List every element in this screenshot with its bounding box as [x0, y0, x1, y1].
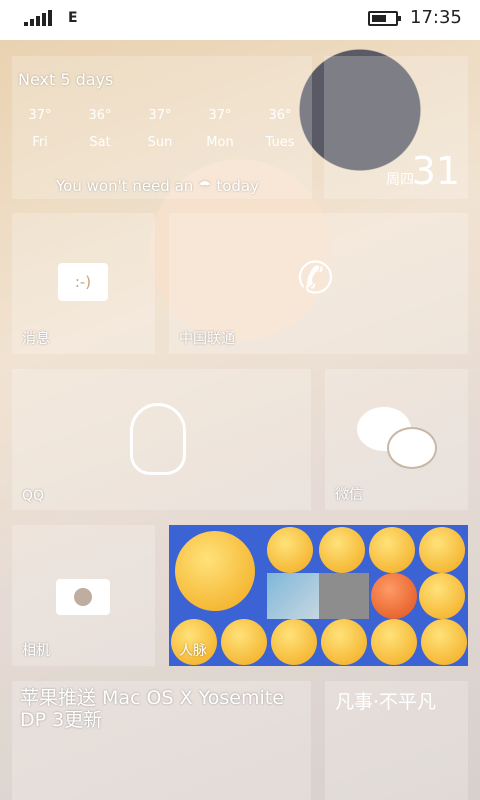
wechat-label: 微信 — [335, 487, 363, 503]
calendar-weekday: 周四 — [386, 172, 414, 188]
phone-icon: ✆ — [297, 253, 334, 304]
qq-label: QQ — [22, 488, 45, 504]
contact-avatar — [321, 619, 367, 665]
messages-label: 消息 — [22, 331, 50, 347]
wechat-icon-bubble — [387, 427, 437, 469]
news-tile[interactable]: 苹果推送 Mac OS X Yosemite DP 3更新 — [12, 681, 311, 800]
qq-tile[interactable]: QQ — [12, 369, 311, 510]
signal-strength-icon — [24, 10, 54, 26]
contact-avatar — [175, 531, 255, 611]
news-side-text: 凡事·不平凡 — [335, 691, 437, 713]
people-label: 人脉 — [179, 643, 207, 659]
contact-avatar — [319, 527, 365, 573]
news-headline: 苹果推送 Mac OS X Yosemite DP 3更新 — [20, 687, 284, 731]
contact-avatar — [369, 527, 415, 573]
weather-note: You won't need an ☂ today — [56, 177, 259, 195]
news-side-tile[interactable]: 凡事·不平凡 — [325, 681, 468, 800]
wechat-tile[interactable]: 微信 — [325, 369, 468, 510]
camera-label: 相机 — [22, 643, 50, 659]
contact-avatar — [371, 619, 417, 665]
contact-avatar — [419, 573, 465, 619]
contact-avatar — [221, 619, 267, 665]
calendar-tile[interactable]: 周四 31 — [324, 56, 468, 199]
qq-penguin-icon — [130, 403, 186, 475]
contact-avatar — [267, 527, 313, 573]
camera-icon — [56, 579, 110, 615]
phone-tile[interactable]: ✆ 中国联通 — [169, 213, 468, 354]
contact-photo — [319, 573, 369, 619]
umbrella-icon: ☂ — [198, 177, 212, 195]
people-tile[interactable]: 人脉 — [169, 525, 468, 666]
message-icon: :-) — [58, 263, 108, 301]
contact-avatar — [271, 619, 317, 665]
weather-tile[interactable]: Next 5 days 37° Fri 36° Sat 37° Sun 37° Mon … — [12, 56, 312, 199]
network-type: E — [68, 10, 78, 26]
weather-heading: Next 5 days — [18, 70, 114, 89]
messages-tile[interactable]: :-) 消息 — [12, 213, 155, 354]
contact-avatar — [421, 619, 467, 665]
calendar-day: 31 — [411, 149, 460, 193]
forecast-day: 37° Fri — [28, 108, 52, 150]
status-bar: E 17:35 — [0, 0, 480, 40]
forecast-day: 37° Mon — [206, 108, 234, 150]
clock: 17:35 — [410, 7, 462, 28]
contact-avatar — [371, 573, 417, 619]
phone-label: 中国联通 — [179, 331, 235, 347]
contact-photo — [267, 573, 319, 619]
forecast-day: 36° Sat — [88, 108, 112, 150]
camera-tile[interactable]: 相机 — [12, 525, 155, 666]
contact-avatar — [419, 527, 465, 573]
forecast-day: 37° Sun — [147, 108, 173, 150]
forecast-day: 36° Tues — [265, 108, 295, 150]
battery-icon — [368, 11, 401, 26]
